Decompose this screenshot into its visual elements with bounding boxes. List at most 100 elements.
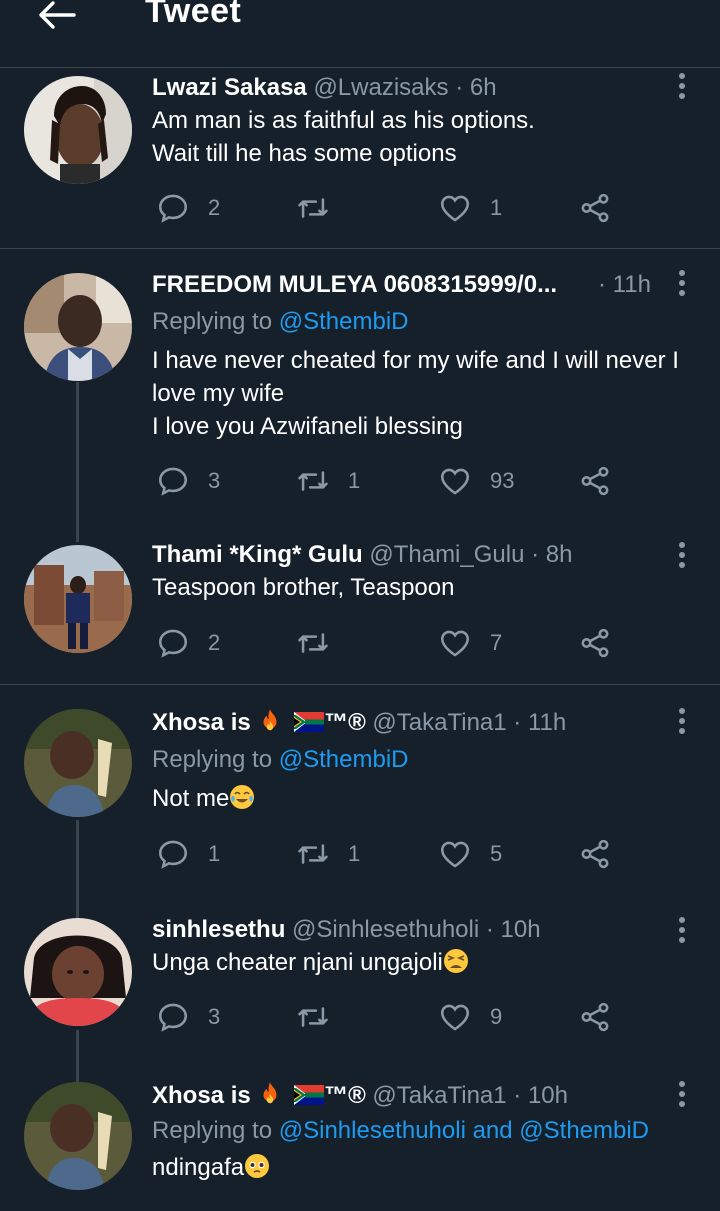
tweet-text: Teaspoon brother, Teaspoon <box>152 571 692 604</box>
heart-icon <box>438 191 472 225</box>
reply-icon <box>156 464 190 498</box>
replying-to: Replying to @Sinhlesethuholi and @Sthemb… <box>152 1114 692 1147</box>
reply-button[interactable]: 3 <box>156 461 220 501</box>
tweet-header: sinhlesethu @Sinhlesethuholi · 10h <box>152 914 692 946</box>
retweet-button[interactable] <box>296 188 348 228</box>
tweet-actions: 1 1 5 <box>152 834 632 874</box>
tweet-item[interactable]: Xhosa is ™® @TakaTina1 · 10h Replying to… <box>0 1060 720 1211</box>
mention-link[interactable]: @Sinhlesethuholi and @SthembiD <box>279 1117 649 1144</box>
timestamp[interactable]: · 10h <box>486 916 541 943</box>
like-button[interactable]: 93 <box>438 461 514 501</box>
pleading-face-emoji-icon <box>245 1154 270 1178</box>
more-options-icon[interactable] <box>678 1080 686 1108</box>
replying-to: Replying to @SthembiD <box>152 743 692 776</box>
timestamp[interactable]: · 8h <box>531 541 572 568</box>
author-handle[interactable]: @Sinhlesethuholi <box>292 916 479 943</box>
tweet-header: Lwazi Sakasa @Lwazisaks · 6h <box>152 72 692 104</box>
author-name[interactable]: Thami *King* Gulu <box>152 541 363 568</box>
reply-button[interactable]: 1 <box>156 834 220 874</box>
retweet-count: 1 <box>348 841 361 866</box>
author-handle[interactable]: @Thami_Gulu <box>369 541 524 568</box>
heart-icon <box>438 837 472 871</box>
share-icon <box>578 837 612 871</box>
name-suffix: ™® <box>324 1082 366 1109</box>
author-name[interactable]: sinhlesethu <box>152 916 285 943</box>
share-icon <box>578 626 612 660</box>
reply-count: 3 <box>208 1004 221 1029</box>
tweet-item[interactable]: sinhlesethu @Sinhlesethuholi · 10h Unga … <box>0 890 720 1060</box>
more-options-icon[interactable] <box>678 707 686 735</box>
tweet-line: I have never cheated for my wife and I w… <box>152 347 679 374</box>
avatar[interactable] <box>24 709 132 817</box>
tweet-actions: 3 9 <box>152 997 632 1037</box>
mention-link[interactable]: @SthembiD <box>279 746 409 773</box>
tired-face-emoji-icon <box>443 949 468 973</box>
share-button[interactable] <box>578 997 612 1037</box>
tweet-line: Wait till he has some options <box>152 140 457 167</box>
reply-count: 3 <box>208 468 221 493</box>
author-handle[interactable]: @TakaTina1 <box>372 1082 506 1109</box>
author-name[interactable]: FREEDOM MULEYA 0608315999/0... <box>152 271 557 298</box>
share-button[interactable] <box>578 834 612 874</box>
author-name[interactable]: Lwazi Sakasa <box>152 74 307 101</box>
retweet-button[interactable] <box>296 623 348 663</box>
retweet-button[interactable]: 1 <box>296 461 360 501</box>
south-africa-flag-icon <box>294 1085 324 1105</box>
tweet-text: Unga cheater njani ungajoli <box>152 946 692 979</box>
like-button[interactable]: 9 <box>438 997 502 1037</box>
more-options-icon[interactable] <box>678 916 686 944</box>
avatar[interactable] <box>24 545 132 653</box>
avatar[interactable] <box>24 1082 132 1190</box>
author-handle[interactable]: @Lwazisaks <box>313 74 448 101</box>
author-name[interactable]: Xhosa is <box>152 1082 251 1109</box>
tweet-line: Unga cheater njani ungajoli <box>152 949 443 976</box>
back-arrow-icon[interactable] <box>36 0 76 30</box>
tweet-item[interactable]: FREEDOM MULEYA 0608315999/0... · 11h Rep… <box>0 249 720 523</box>
reply-icon <box>156 626 190 660</box>
reply-button[interactable]: 2 <box>156 623 220 663</box>
tweet-text: I have never cheated for my wife and I w… <box>152 344 692 443</box>
more-options-icon[interactable] <box>678 72 686 100</box>
avatar[interactable] <box>24 918 132 1026</box>
reply-button[interactable]: 3 <box>156 997 220 1037</box>
avatar[interactable] <box>24 76 132 184</box>
like-button[interactable]: 7 <box>438 623 502 663</box>
share-button[interactable] <box>578 188 612 228</box>
like-button[interactable]: 5 <box>438 834 502 874</box>
mention-link[interactable]: @SthembiD <box>279 308 409 335</box>
tweet-actions: 2 1 <box>152 188 632 228</box>
like-count: 9 <box>490 1004 503 1029</box>
timestamp[interactable]: · 11h <box>598 269 651 301</box>
tweet-line: ndingafa <box>152 1154 245 1181</box>
reply-icon <box>156 837 190 871</box>
share-button[interactable] <box>578 623 612 663</box>
tweet-line: I love you Azwifaneli blessing <box>152 413 463 440</box>
author-name[interactable]: Xhosa is <box>152 709 251 736</box>
timestamp[interactable]: · 6h <box>455 74 496 101</box>
replying-to: Replying to @SthembiD <box>152 305 692 338</box>
tweet-item[interactable]: Xhosa is ™® @TakaTina1 · 11h Replying to… <box>0 685 720 890</box>
like-button[interactable]: 1 <box>438 188 502 228</box>
like-count: 93 <box>490 468 515 493</box>
reply-button[interactable]: 2 <box>156 188 220 228</box>
more-options-icon[interactable] <box>678 541 686 569</box>
retweet-count: 1 <box>348 468 361 493</box>
retweet-icon <box>296 464 330 498</box>
retweet-button[interactable]: 1 <box>296 834 360 874</box>
share-button[interactable] <box>578 461 612 501</box>
more-options-icon[interactable] <box>678 269 686 297</box>
avatar[interactable] <box>24 273 132 381</box>
share-icon <box>578 191 612 225</box>
timestamp[interactable]: · 11h <box>513 709 566 736</box>
retweet-icon <box>296 626 330 660</box>
tweet-item[interactable]: Thami *King* Gulu @Thami_Gulu · 8h Teasp… <box>0 523 720 685</box>
share-icon <box>578 464 612 498</box>
tweet-text: ndingafa <box>152 1151 692 1184</box>
retweet-button[interactable] <box>296 997 348 1037</box>
author-handle[interactable]: @TakaTina1 <box>372 709 506 736</box>
reply-icon <box>156 191 190 225</box>
page-title: Tweet <box>145 0 242 30</box>
tweet-item[interactable]: Lwazi Sakasa @Lwazisaks · 6h Am man is a… <box>0 68 720 249</box>
timestamp[interactable]: · 10h <box>513 1082 568 1109</box>
retweet-icon <box>296 191 330 225</box>
